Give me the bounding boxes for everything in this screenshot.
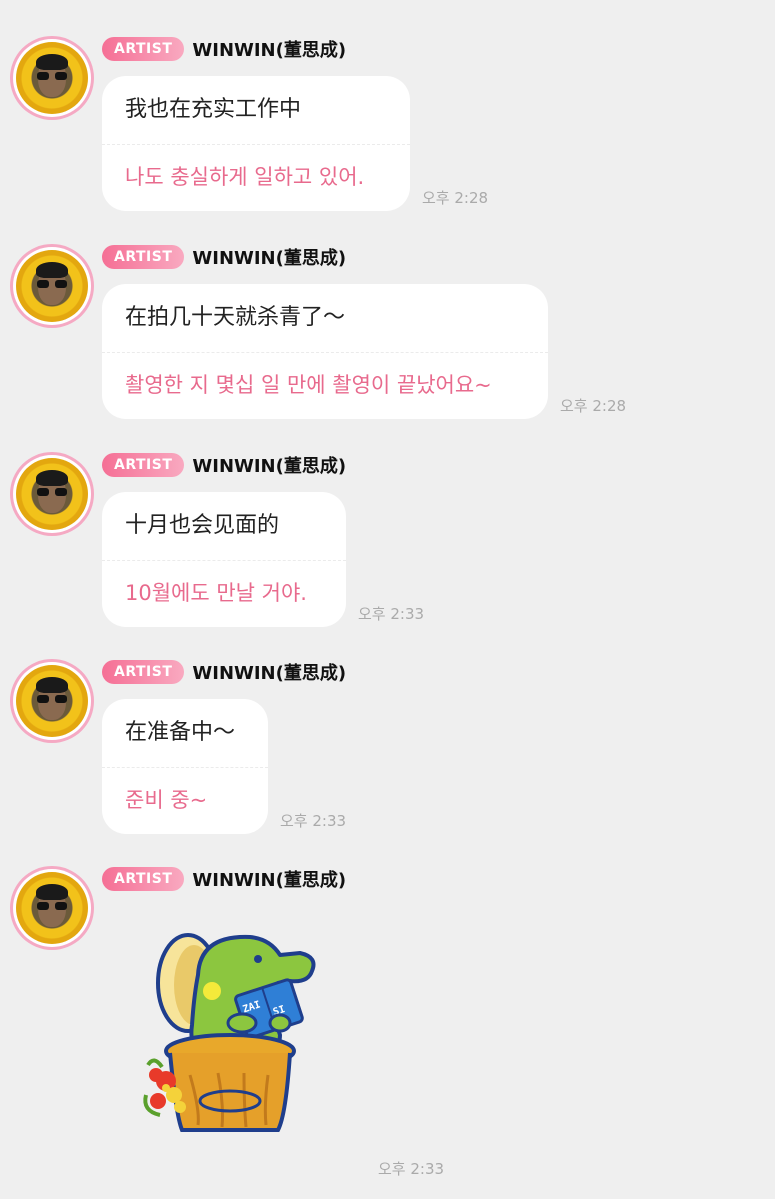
timestamp: 오후 2:33 xyxy=(358,605,425,623)
timestamp: 오후 2:28 xyxy=(560,397,627,415)
artist-badge: ARTIST xyxy=(102,867,185,891)
artist-badge: ARTIST xyxy=(102,37,185,61)
original-text: 在准备中～ xyxy=(125,720,236,745)
original-text: 我也在充实工作中 xyxy=(125,97,302,122)
message-bubble[interactable]: 在准备中～ 준비 중~ xyxy=(102,699,268,834)
dinosaur-reading-book-sticker[interactable]: ZAI SI xyxy=(140,925,320,1145)
artist-badge: ARTIST xyxy=(102,245,185,269)
sender-name[interactable]: WINWIN(董思成) xyxy=(192,244,346,270)
avatar[interactable] xyxy=(10,36,94,120)
profile-photo xyxy=(16,458,88,530)
artist-badge: ARTIST xyxy=(102,453,185,477)
timestamp: 오후 2:28 xyxy=(422,189,489,207)
timestamp: 오후 2:33 xyxy=(280,812,347,830)
message-bubble[interactable]: 在拍几十天就杀青了～ 촬영한 지 몇십 일 만에 촬영이 끝났어요~ xyxy=(102,284,548,419)
sender-name[interactable]: WINWIN(董思成) xyxy=(192,659,346,685)
sender-name[interactable]: WINWIN(董思成) xyxy=(192,866,346,892)
message-bubble[interactable]: 我也在充实工作中 나도 충실하게 일하고 있어. xyxy=(102,76,410,211)
profile-photo xyxy=(16,250,88,322)
profile-photo xyxy=(16,42,88,114)
translation-text: 나도 충실하게 일하고 있어. xyxy=(125,165,365,189)
translation-text: 촬영한 지 몇십 일 만에 촬영이 끝났어요~ xyxy=(125,373,492,397)
profile-photo xyxy=(16,872,88,944)
translation-text: 10월에도 만날 거야. xyxy=(125,581,307,605)
profile-photo xyxy=(16,665,88,737)
artist-badge: ARTIST xyxy=(102,660,185,684)
timestamp: 오후 2:33 xyxy=(378,1160,445,1178)
sender-name[interactable]: WINWIN(董思成) xyxy=(192,36,346,62)
avatar[interactable] xyxy=(10,244,94,328)
original-text: 在拍几十天就杀青了～ xyxy=(125,305,346,330)
avatar[interactable] xyxy=(10,659,94,743)
avatar[interactable] xyxy=(10,452,94,536)
avatar[interactable] xyxy=(10,866,94,950)
translation-text: 준비 중~ xyxy=(125,788,208,812)
message-bubble[interactable]: 十月也会见面的 10월에도 만날 거야. xyxy=(102,492,346,627)
original-text: 十月也会见面的 xyxy=(125,513,280,538)
sender-name[interactable]: WINWIN(董思成) xyxy=(192,452,346,478)
